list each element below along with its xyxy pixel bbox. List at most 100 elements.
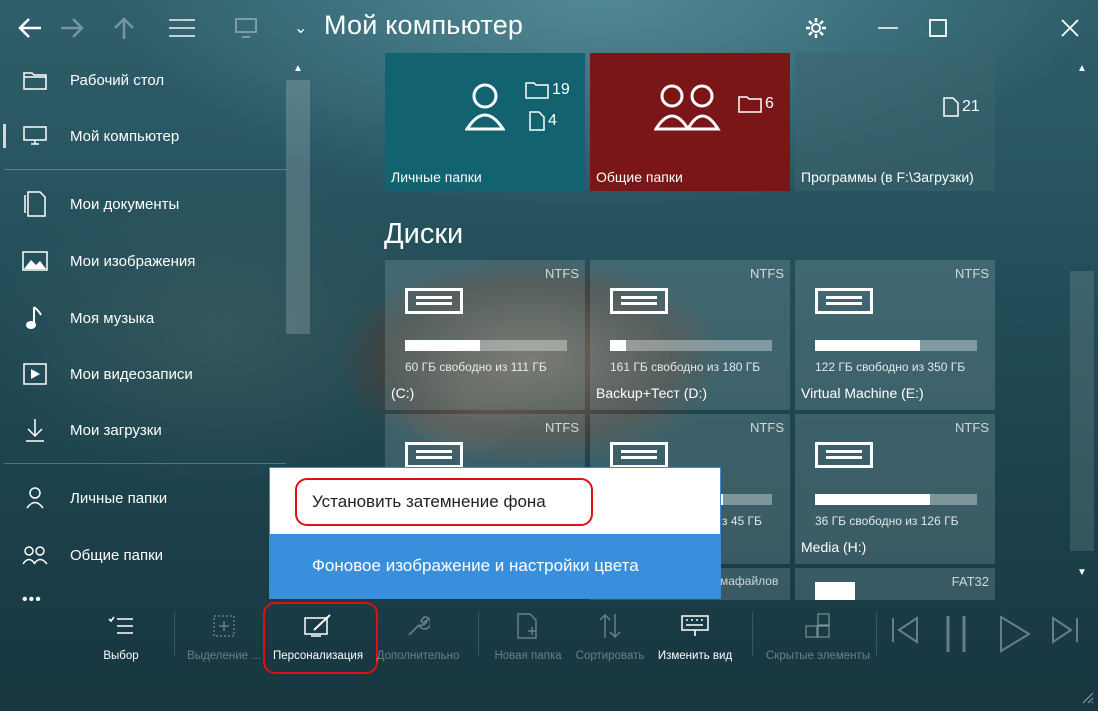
sidebar-item-personal-folders[interactable]: Личные папки — [0, 474, 286, 522]
resize-grip-icon[interactable] — [1080, 690, 1094, 704]
minimize-icon — [878, 27, 898, 29]
checklist-icon — [73, 610, 169, 642]
chevron-down-icon[interactable]: ⌄ — [294, 18, 307, 38]
up-button[interactable] — [104, 8, 144, 48]
disk-tile[interactable]: NTFS 122 ГБ свободно из 350 ГБ Virtual M… — [795, 260, 995, 410]
tile-programs[interactable]: 21 Программы (в F:\Загрузки) — [795, 53, 995, 191]
selection-button[interactable]: Выделение ... — [176, 604, 272, 674]
monitor-icon — [22, 123, 48, 149]
download-icon — [22, 417, 48, 443]
minimize-button[interactable] — [868, 8, 908, 48]
disk-tile[interactable]: NTFS 36 ГБ свободно из 126 ГБ Media (H:) — [795, 414, 995, 564]
select-button[interactable]: Выбор — [73, 604, 169, 674]
filesystem-label: NTFS — [545, 266, 579, 281]
menu-item-background-and-colors[interactable]: Фоновое изображение и настройки цвета — [270, 534, 720, 598]
settings-button[interactable] — [796, 8, 836, 48]
pause-button[interactable] — [942, 614, 972, 663]
hard-drive-icon — [815, 288, 873, 314]
back-arrow-icon — [18, 18, 41, 38]
hamburger-icon — [169, 19, 195, 37]
usage-bar — [610, 340, 772, 351]
folder-count-value: 19 — [552, 81, 570, 98]
scroll-thumb[interactable] — [1070, 271, 1094, 551]
menu-button[interactable] — [162, 8, 202, 48]
divider — [4, 463, 286, 464]
sidebar-item-desktop[interactable]: Рабочий стол — [0, 56, 286, 104]
sidebar-item-label: Личные папки — [70, 489, 168, 507]
next-track-button[interactable] — [1050, 614, 1080, 655]
back-button[interactable] — [10, 8, 50, 48]
sidebar-item-music[interactable]: Моя музыка — [0, 294, 286, 342]
sidebar-item-label: Мои изображения — [70, 252, 196, 270]
video-icon — [22, 361, 48, 387]
page-title: Мой компьютер — [324, 10, 524, 40]
previous-track-button[interactable] — [890, 614, 920, 655]
file-icon — [529, 111, 545, 131]
content-scrollbar[interactable]: ▲ ▼ — [1070, 56, 1094, 586]
usage-bar — [405, 340, 567, 351]
command-label: Изменить вид — [657, 650, 733, 662]
skip-forward-icon — [1052, 616, 1078, 644]
command-label: Скрытые элементы — [765, 650, 871, 662]
scroll-up-icon[interactable]: ▲ — [286, 56, 310, 80]
usage-bar — [815, 340, 977, 351]
wrench-icon — [370, 610, 466, 642]
free-space-text: 36 ГБ свободно из 126 ГБ — [815, 514, 959, 528]
sidebar-item-label: Моя музыка — [70, 309, 155, 327]
forward-button[interactable] — [52, 8, 92, 48]
gear-icon — [806, 18, 826, 38]
disk-name: Media (H:) — [801, 539, 867, 555]
display-button[interactable] — [226, 8, 266, 48]
disk-tile[interactable]: NTFS 161 ГБ свободно из 180 ГБ Backup+Те… — [590, 260, 790, 410]
close-button[interactable] — [1050, 8, 1090, 48]
filesystem-label: FAT32 — [951, 574, 989, 589]
free-space-text: з 45 ГБ — [722, 514, 762, 528]
highlight-annotation — [295, 478, 593, 526]
tile-shared-folders[interactable]: 6 Общие папки — [590, 53, 790, 191]
change-view-button[interactable]: Изменить вид — [647, 604, 743, 674]
usage-bar — [815, 494, 977, 505]
file-count: 21 — [943, 97, 980, 117]
free-space-text: 60 ГБ свободно из 111 ГБ — [405, 360, 547, 374]
filesystem-label: NTFS — [750, 266, 784, 281]
usage-fill — [815, 494, 931, 505]
scroll-up-icon[interactable]: ▲ — [1070, 56, 1094, 80]
sort-arrows-icon — [562, 610, 658, 642]
disk-name: Backup+Тест (D:) — [596, 385, 708, 401]
sidebar-item-videos[interactable]: Мои видеозаписи — [0, 350, 286, 398]
sort-button[interactable]: Сортировать — [562, 604, 658, 674]
menu-item-label: Фоновое изображение и настройки цвета — [312, 556, 639, 575]
hard-drive-icon — [405, 288, 463, 314]
partial-tile[interactable]: FAT32 — [795, 568, 995, 600]
hard-drive-icon — [405, 442, 463, 468]
additional-button[interactable]: Дополнительно — [370, 604, 466, 674]
tile-personal-folders[interactable]: 19 4 Личные папки — [385, 53, 585, 191]
maximize-button[interactable] — [918, 8, 958, 48]
disk-tile[interactable]: NTFS 60 ГБ свободно из 111 ГБ (C:) — [385, 260, 585, 410]
title-bar: ⌄ Мой компьютер — [0, 0, 1098, 56]
play-icon — [1000, 615, 1031, 653]
sidebar-item-shared-folders[interactable]: Общие папки — [0, 531, 286, 579]
music-note-icon — [22, 305, 48, 331]
sidebar-item-documents[interactable]: Мои документы — [0, 180, 286, 228]
disk-name: Virtual Machine (E:) — [801, 385, 924, 401]
sidebar-item-images[interactable]: Мои изображения — [0, 237, 286, 285]
sidebar-item-my-computer[interactable]: Мой компьютер — [0, 112, 286, 160]
command-label: Дополнительно — [376, 650, 460, 662]
keyboard-view-icon — [647, 610, 743, 642]
scroll-down-icon[interactable]: ▼ — [1070, 560, 1094, 584]
folder-icon — [22, 67, 48, 93]
folder-count: 6 — [738, 95, 774, 113]
tile-label: Личные папки — [391, 169, 482, 185]
sidebar-item-downloads[interactable]: Мои загрузки — [0, 406, 286, 454]
play-button[interactable] — [998, 614, 1032, 663]
folder-icon — [525, 82, 549, 99]
sidebar-item-label: Мой компьютер — [70, 127, 180, 145]
file-icon — [943, 97, 959, 117]
filesystem-label: NTFS — [955, 266, 989, 281]
file-count-value: 21 — [962, 98, 980, 115]
scroll-thumb[interactable] — [286, 80, 310, 334]
usage-fill — [610, 340, 627, 351]
hard-drive-icon — [610, 442, 668, 468]
hidden-items-button[interactable]: Скрытые элементы — [766, 604, 870, 674]
